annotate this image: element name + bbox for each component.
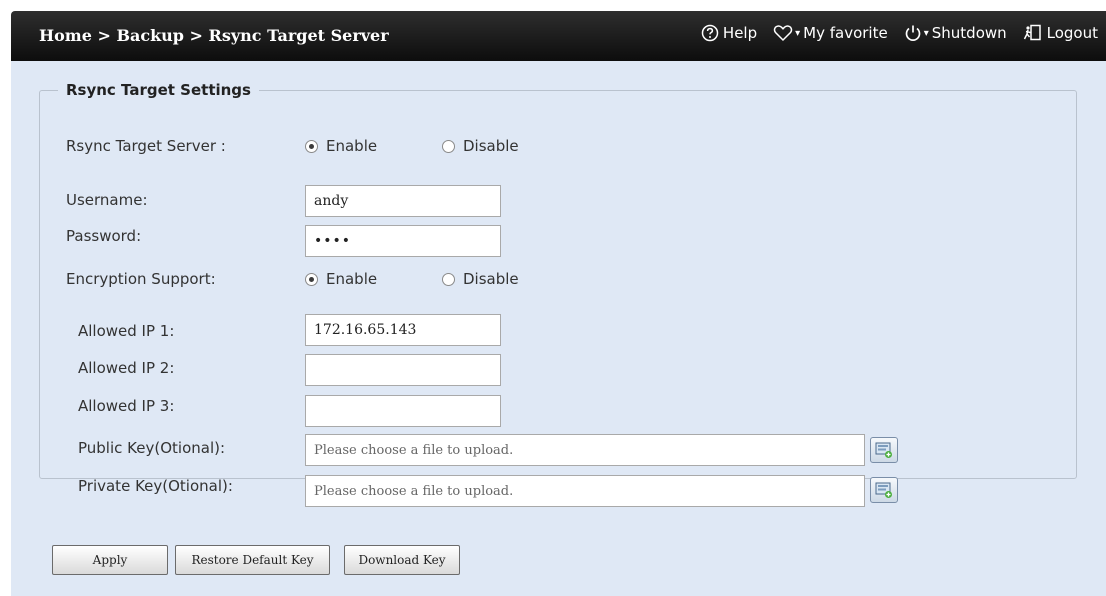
help-circle-icon bbox=[701, 24, 719, 42]
allowed-ip2-field[interactable] bbox=[305, 354, 501, 386]
favorite-menu[interactable]: ▾ My favorite bbox=[773, 24, 888, 42]
encryption-disable-radio-dot bbox=[442, 272, 455, 286]
encryption-enable-radio[interactable]: Enable bbox=[305, 270, 377, 288]
allowed-ip3-label: Allowed IP 3: bbox=[78, 397, 175, 415]
allowed-ip1-label: Allowed IP 1: bbox=[78, 322, 175, 340]
allowed-ip1-field[interactable] bbox=[305, 314, 501, 346]
server-disable-label: Disable bbox=[463, 137, 519, 155]
restore-default-key-button[interactable]: Restore Default Key bbox=[175, 545, 330, 575]
logout-button[interactable]: Logout bbox=[1023, 24, 1098, 42]
top-bar: Home > Backup > Rsync Target Server Help… bbox=[11, 11, 1106, 61]
power-icon bbox=[905, 25, 921, 41]
browse-file-icon bbox=[875, 442, 892, 458]
favorite-label: My favorite bbox=[803, 24, 888, 42]
shutdown-dropdown-caret: ▾ bbox=[923, 27, 929, 39]
rsync-target-settings-group: Rsync Target Settings Rsync Target Serve… bbox=[39, 81, 1077, 507]
username-field[interactable] bbox=[305, 185, 501, 217]
password-field[interactable] bbox=[305, 225, 501, 257]
shutdown-menu[interactable]: ▾ Shutdown bbox=[904, 24, 1007, 42]
apply-button[interactable]: Apply bbox=[52, 545, 168, 575]
shutdown-label: Shutdown bbox=[931, 24, 1007, 42]
password-label: Password: bbox=[66, 227, 142, 245]
server-disable-radio-dot bbox=[442, 139, 455, 153]
server-enable-radio-dot bbox=[305, 139, 318, 153]
allowed-ip3-field[interactable] bbox=[305, 395, 501, 427]
encryption-enable-radio-dot bbox=[305, 272, 318, 286]
username-label: Username: bbox=[66, 191, 148, 209]
public-key-file-field[interactable] bbox=[305, 434, 865, 466]
private-key-file-field[interactable] bbox=[305, 475, 865, 507]
download-key-button[interactable]: Download Key bbox=[344, 545, 460, 575]
main-content: Rsync Target Settings Rsync Target Serve… bbox=[11, 61, 1106, 596]
allowed-ip2-label: Allowed IP 2: bbox=[78, 359, 175, 377]
encryption-disable-radio[interactable]: Disable bbox=[442, 270, 519, 288]
help-label: Help bbox=[722, 24, 758, 42]
header-toolbar: Help ▾ My favorite ▾ Shutdown Logout bbox=[685, 24, 1098, 42]
breadcrumb[interactable]: Home > Backup > Rsync Target Server bbox=[39, 26, 389, 45]
server-enable-radio[interactable]: Enable bbox=[305, 137, 377, 155]
public-key-browse-button[interactable] bbox=[870, 437, 898, 463]
logout-label: Logout bbox=[1046, 24, 1098, 42]
group-title: Rsync Target Settings bbox=[66, 81, 251, 99]
browse-file-icon bbox=[875, 482, 892, 498]
encryption-enable-label: Enable bbox=[326, 270, 378, 288]
logout-icon bbox=[1023, 24, 1041, 41]
encryption-support-label: Encryption Support: bbox=[66, 270, 216, 288]
server-enable-label: Enable bbox=[326, 137, 378, 155]
rsync-target-server-label: Rsync Target Server : bbox=[66, 137, 226, 155]
favorite-dropdown-caret: ▾ bbox=[795, 27, 801, 39]
private-key-label: Private Key(Otional): bbox=[78, 477, 233, 495]
heart-icon bbox=[773, 25, 793, 42]
help-button[interactable]: Help bbox=[701, 24, 757, 42]
public-key-label: Public Key(Otional): bbox=[78, 439, 226, 457]
encryption-disable-label: Disable bbox=[463, 270, 519, 288]
private-key-browse-button[interactable] bbox=[870, 477, 898, 503]
server-disable-radio[interactable]: Disable bbox=[442, 137, 519, 155]
